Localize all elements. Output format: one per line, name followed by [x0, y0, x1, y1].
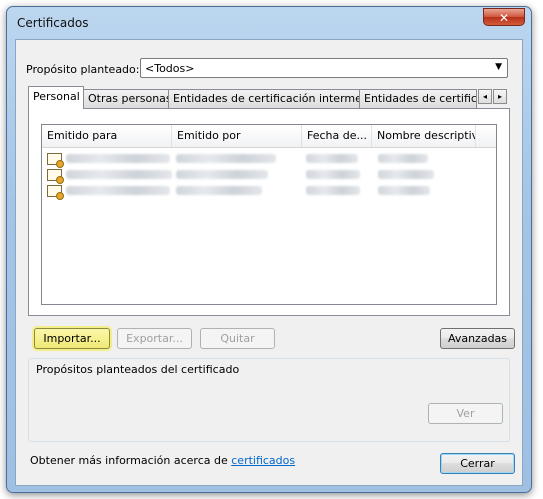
- export-button[interactable]: Exportar...: [117, 328, 192, 349]
- group-label: Propósitos planteados del certificado: [34, 363, 242, 376]
- redacted-text: [378, 186, 430, 195]
- title-bar[interactable]: Certificados ✕: [7, 7, 531, 37]
- redacted-text: [306, 154, 358, 163]
- tab-label: Entidades de certificación: [364, 92, 477, 105]
- import-button[interactable]: Importar...: [34, 328, 110, 349]
- certificate-icon: [47, 153, 64, 168]
- tab-label: Otras personas: [88, 92, 169, 105]
- purpose-selected-value: <Todos>: [145, 62, 195, 75]
- close-window-button[interactable]: ✕: [483, 8, 525, 26]
- chevron-down-icon: ▼: [495, 62, 502, 72]
- table-row[interactable]: [44, 151, 484, 168]
- redacted-text: [378, 170, 434, 179]
- purpose-dropdown[interactable]: <Todos> ▼: [140, 58, 508, 78]
- advanced-button[interactable]: Avanzadas: [440, 328, 515, 349]
- certificate-icon: [47, 169, 64, 184]
- more-info-text: Obtener más información acerca de certif…: [30, 454, 295, 467]
- chevron-right-icon: ▸: [497, 92, 502, 101]
- dialog-body: Propósito planteado: <Todos> ▼ Personal …: [15, 39, 523, 486]
- list-header: Emitido para Emitido por Fecha de... Nom…: [42, 125, 496, 148]
- certificate-icon: [47, 185, 64, 200]
- redacted-text: [306, 170, 360, 179]
- chevron-left-icon: ◂: [482, 92, 487, 101]
- redacted-text: [306, 186, 360, 195]
- certificates-link[interactable]: certificados: [231, 454, 295, 467]
- view-button[interactable]: Ver: [428, 403, 503, 424]
- certificate-list[interactable]: Emitido para Emitido por Fecha de... Nom…: [41, 124, 497, 305]
- purpose-label: Propósito planteado:: [26, 63, 140, 76]
- window-title: Certificados: [17, 16, 89, 30]
- more-info-label: Obtener más información acerca de: [30, 454, 232, 467]
- redacted-text: [66, 186, 170, 195]
- column-fecha[interactable]: Fecha de...: [302, 125, 372, 147]
- tab-personal[interactable]: Personal: [28, 86, 84, 109]
- table-row[interactable]: [44, 183, 484, 200]
- tab-panel-personal: Emitido para Emitido por Fecha de... Nom…: [28, 108, 510, 316]
- tab-label: Entidades de certificación intermedias: [173, 92, 359, 105]
- close-icon: ✕: [498, 11, 510, 25]
- tab-entidades-certificacion[interactable]: Entidades de certificación: [359, 89, 477, 108]
- redacted-text: [378, 154, 428, 163]
- certificates-dialog: Certificados ✕ Propósito planteado: <Tod…: [6, 6, 532, 493]
- tab-scroll-left-button[interactable]: ◂: [478, 89, 492, 104]
- remove-button[interactable]: Quitar: [200, 328, 275, 349]
- redacted-text: [176, 170, 268, 179]
- column-nombre-descriptivo[interactable]: Nombre descriptivo: [372, 125, 476, 147]
- table-row[interactable]: [44, 167, 484, 184]
- redacted-text: [66, 154, 170, 163]
- tab-strip: Personal Otras personas Entidades de cer…: [28, 86, 510, 109]
- tab-scroll-right-button[interactable]: ▸: [493, 89, 507, 104]
- tab-label: Personal: [33, 90, 80, 103]
- tab-entidades-intermedias[interactable]: Entidades de certificación intermedias: [168, 89, 360, 108]
- tab-otras-personas[interactable]: Otras personas: [83, 89, 169, 108]
- column-emitido-para[interactable]: Emitido para: [42, 125, 172, 147]
- column-emitido-por[interactable]: Emitido por: [172, 125, 302, 147]
- redacted-text: [66, 170, 172, 179]
- redacted-text: [176, 154, 276, 163]
- close-button[interactable]: Cerrar: [440, 453, 515, 474]
- redacted-text: [176, 186, 262, 195]
